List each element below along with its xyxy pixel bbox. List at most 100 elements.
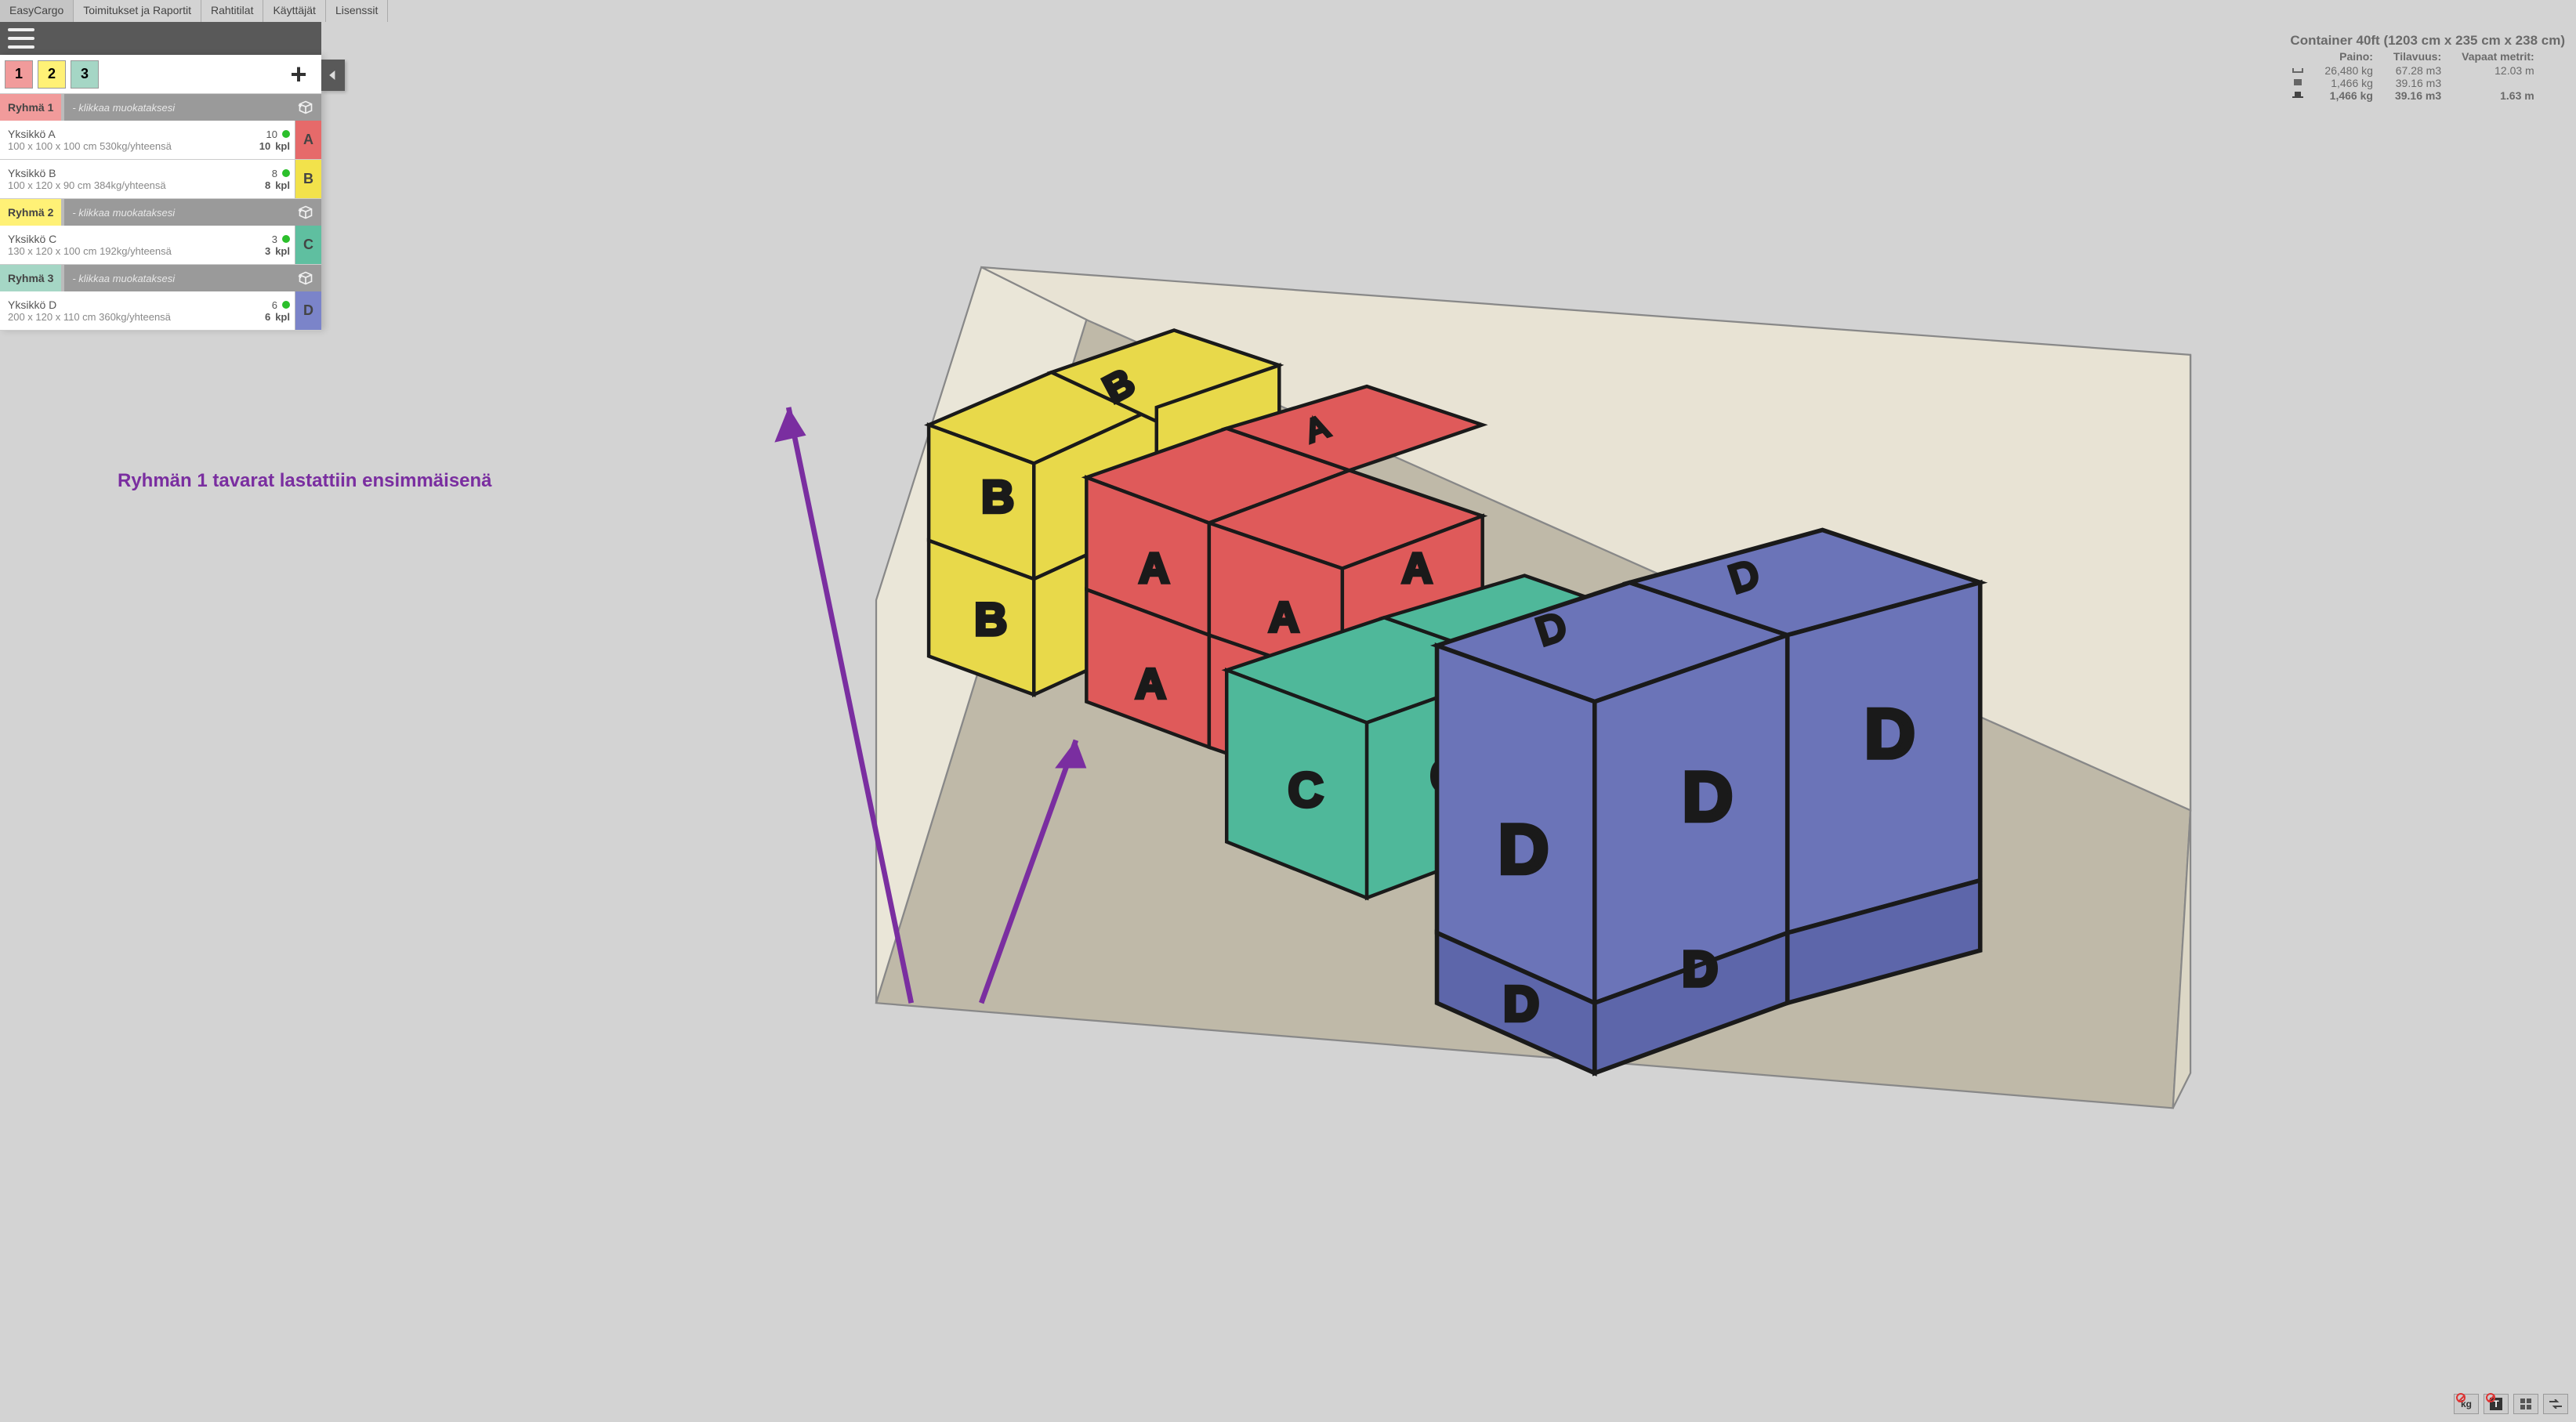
- item-name: Yksikkö A: [8, 128, 232, 140]
- count-loaded: 10: [259, 140, 270, 152]
- menu-shipments-reports[interactable]: Toimitukset ja Raportit: [74, 0, 201, 22]
- count-loaded: 3: [265, 245, 270, 257]
- group-edit-hint: - klikkaa muokataksesi: [72, 273, 175, 284]
- left-panel: 1 2 3 + Ryhmä 1 - klikkaa muokataksesi Yks…: [0, 55, 321, 331]
- item-dimensions: 100 x 100 x 100 cm 530kg/yhteensä: [8, 140, 232, 152]
- svg-text:B: B: [981, 472, 1014, 523]
- package-icon[interactable]: [298, 100, 313, 115]
- item-letter-badge: A: [295, 121, 321, 159]
- package-icon[interactable]: [298, 270, 313, 286]
- svg-text:A: A: [1265, 703, 1295, 750]
- group-header[interactable]: Ryhmä 3 - klikkaa muokataksesi: [0, 265, 321, 291]
- status-dot-icon: [282, 169, 290, 177]
- svg-text:D: D: [1683, 758, 1734, 836]
- viewport-3d[interactable]: B B B A A A A A A C C: [0, 22, 2576, 1406]
- toggle-weight-button[interactable]: kg: [2454, 1394, 2479, 1414]
- item-letter-badge: B: [295, 160, 321, 198]
- item-letter-badge: D: [295, 291, 321, 330]
- package-icon[interactable]: [298, 204, 313, 220]
- row3-weight: 1,466 kg: [2310, 89, 2379, 102]
- header-free: Vapaat metrit:: [2447, 50, 2541, 64]
- header-weight: Paino:: [2310, 50, 2379, 64]
- svg-text:D: D: [1531, 604, 1571, 653]
- top-menu: EasyCargo Toimitukset ja Raportit Rahtit…: [0, 0, 2576, 22]
- item-row[interactable]: Yksikkö B100 x 120 x 90 cm 384kg/yhteens…: [0, 160, 321, 199]
- count-unit: kpl: [275, 311, 290, 323]
- count-available: 3: [272, 233, 277, 245]
- row3-free: 1.63 m: [2447, 89, 2541, 102]
- toggle-labels-button[interactable]: T: [2484, 1394, 2509, 1414]
- item-row[interactable]: Yksikkö C130 x 120 x 100 cm 192kg/yhteen…: [0, 226, 321, 265]
- grid-icon: [2520, 1398, 2531, 1409]
- menu-cargospaces[interactable]: Rahtitilat: [201, 0, 263, 22]
- status-dot-icon: [282, 235, 290, 243]
- group-tab-3[interactable]: 3: [71, 60, 99, 89]
- group-header[interactable]: Ryhmä 2 - klikkaa muokataksesi: [0, 199, 321, 226]
- chevron-left-icon: [328, 71, 338, 80]
- row1-free: 12.03 m: [2447, 64, 2541, 77]
- annotation-text: Ryhmän 1 tavarat lastattiin ensimmäisenä: [118, 470, 492, 492]
- svg-text:A: A: [1269, 594, 1299, 641]
- cargo-solid-icon: [2292, 77, 2304, 89]
- count-available: 6: [272, 299, 277, 311]
- item-row[interactable]: Yksikkö A100 x 100 x 100 cm 530kg/yhteen…: [0, 121, 321, 160]
- count-unit: kpl: [275, 245, 290, 257]
- container-info: Container 40ft (1203 cm x 235 cm x 238 c…: [2290, 33, 2565, 102]
- status-dot-icon: [282, 130, 290, 138]
- item-name: Yksikkö B: [8, 167, 232, 179]
- item-dimensions: 130 x 120 x 100 cm 192kg/yhteensä: [8, 245, 232, 257]
- row2-weight: 1,466 kg: [2310, 77, 2379, 89]
- count-unit: kpl: [275, 179, 290, 191]
- item-row[interactable]: Yksikkö D200 x 120 x 110 cm 360kg/yhteen…: [0, 291, 321, 331]
- svg-text:C: C: [1430, 749, 1466, 804]
- row3-volume: 39.16 m3: [2379, 89, 2447, 102]
- menu-easycargo[interactable]: EasyCargo: [0, 0, 74, 22]
- group-tab-1[interactable]: 1: [5, 60, 33, 89]
- row1-volume: 67.28 m3: [2379, 64, 2447, 77]
- item-letter-badge: C: [295, 226, 321, 264]
- row2-volume: 39.16 m3: [2379, 77, 2447, 89]
- hamburger-icon[interactable]: [8, 28, 34, 49]
- svg-text:D: D: [1504, 977, 1539, 1032]
- status-dot-icon: [282, 301, 290, 309]
- panel-header: [0, 22, 321, 55]
- swap-icon: [2549, 1399, 2562, 1409]
- count-loaded: 8: [265, 179, 270, 191]
- toggle-grid-button[interactable]: [2513, 1394, 2538, 1414]
- collapse-panel-button[interactable]: [321, 60, 345, 91]
- menu-users[interactable]: Käyttäjät: [263, 0, 325, 22]
- item-counts: 1010kpl: [240, 121, 295, 159]
- count-unit: kpl: [275, 140, 290, 152]
- group-tabs-row: 1 2 3 +: [0, 55, 321, 94]
- item-counts: 88kpl: [240, 160, 295, 198]
- menu-licenses[interactable]: Lisenssit: [326, 0, 388, 22]
- group-header[interactable]: Ryhmä 1 - klikkaa muokataksesi: [0, 94, 321, 121]
- svg-text:D: D: [1683, 942, 1718, 997]
- svg-text:D: D: [1864, 694, 1915, 773]
- add-group-button[interactable]: +: [281, 56, 317, 92]
- item-name: Yksikkö C: [8, 233, 232, 245]
- item-dimensions: 100 x 120 x 90 cm 384kg/yhteensä: [8, 179, 232, 191]
- cargo-space-icon: [2292, 64, 2304, 77]
- group-name: Ryhmä 2: [0, 199, 64, 226]
- group-name: Ryhmä 3: [0, 265, 64, 291]
- group-edit-hint: - klikkaa muokataksesi: [72, 102, 175, 114]
- group-tab-2[interactable]: 2: [38, 60, 66, 89]
- svg-text:C: C: [1288, 763, 1323, 818]
- svg-text:A: A: [1136, 660, 1166, 707]
- count-available: 10: [266, 128, 277, 140]
- group-edit-hint: - klikkaa muokataksesi: [72, 207, 175, 219]
- svg-text:A: A: [1301, 409, 1333, 450]
- group-name: Ryhmä 1: [0, 94, 64, 121]
- swap-view-button[interactable]: [2543, 1394, 2568, 1414]
- svg-text:B: B: [974, 595, 1007, 646]
- svg-text:B: B: [1096, 360, 1141, 411]
- item-counts: 33kpl: [240, 226, 295, 264]
- svg-text:A: A: [1139, 545, 1169, 592]
- item-counts: 66kpl: [240, 291, 295, 330]
- header-volume: Tilavuus:: [2379, 50, 2447, 64]
- svg-text:D: D: [1724, 552, 1764, 601]
- item-name: Yksikkö D: [8, 299, 232, 311]
- count-available: 8: [272, 168, 277, 179]
- cargo-loaded-icon: [2292, 89, 2304, 102]
